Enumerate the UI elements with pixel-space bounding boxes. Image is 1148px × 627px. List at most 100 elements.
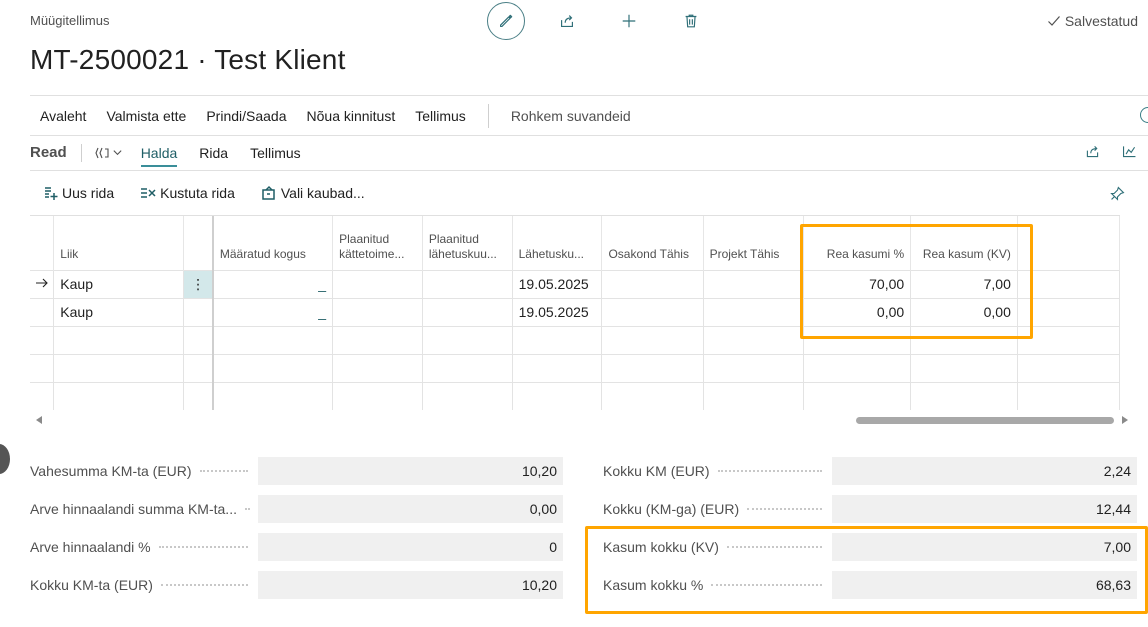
saved-status: Salvestatud bbox=[1047, 13, 1138, 29]
dots bbox=[747, 508, 822, 510]
dots bbox=[711, 584, 822, 586]
header-maaratud-kogus[interactable]: Määratud kogus bbox=[212, 216, 334, 270]
select-items-icon bbox=[262, 185, 275, 200]
header-select bbox=[30, 216, 55, 270]
total-value: 10,20 bbox=[258, 571, 563, 599]
dots bbox=[199, 470, 248, 472]
cell-planned-delivery[interactable] bbox=[332, 269, 423, 298]
action-prindi-saada[interactable]: Prindi/Saada bbox=[196, 96, 296, 136]
new-button[interactable] bbox=[619, 11, 639, 31]
header-liik[interactable]: Liik bbox=[53, 216, 185, 270]
table-row[interactable]: Kaup _ 19.05.2025 0,00 0,00 bbox=[30, 297, 1120, 326]
total-label: Kokku (KM-ga) (EUR) bbox=[603, 501, 740, 517]
delete-line-button[interactable]: Kustuta rida bbox=[140, 185, 235, 201]
cell-department[interactable] bbox=[601, 297, 704, 326]
cell-qty[interactable]: _ bbox=[212, 297, 334, 326]
total-label: Kokku KM (EUR) bbox=[603, 463, 710, 479]
side-panel-handle[interactable] bbox=[0, 444, 10, 474]
lines-view-icon bbox=[95, 147, 109, 158]
total-label: Arve hinnaalandi % bbox=[30, 539, 151, 555]
table-row-empty[interactable] bbox=[30, 325, 1120, 354]
cell-planned-shipment[interactable] bbox=[422, 297, 513, 326]
delete-button[interactable] bbox=[681, 11, 701, 31]
header-rea-kasumi-pct[interactable]: Rea kasumi % bbox=[803, 216, 912, 270]
share-button[interactable] bbox=[557, 11, 577, 31]
cell-profit-pct[interactable]: 0,00 bbox=[803, 297, 912, 326]
more-vertical-icon: ⋮ bbox=[191, 275, 206, 292]
share-icon bbox=[561, 15, 573, 27]
cell-type[interactable]: Kaup bbox=[53, 297, 185, 326]
cell-shipment-date[interactable]: 19.05.2025 bbox=[512, 269, 603, 298]
checkmark-icon bbox=[1047, 16, 1060, 26]
total-value[interactable]: 0,00 bbox=[258, 495, 563, 523]
edit-button[interactable] bbox=[487, 2, 525, 40]
header-rea-kasum-kv[interactable]: Rea kasum (KV) bbox=[910, 216, 1018, 270]
cell-empty bbox=[1017, 297, 1120, 326]
chevron-down-icon bbox=[113, 150, 122, 156]
header-projekt-tahis[interactable]: Projekt Tähis bbox=[703, 216, 805, 270]
table-row-empty[interactable] bbox=[30, 353, 1120, 382]
cell-profit-pct[interactable]: 70,00 bbox=[803, 269, 912, 298]
plus-icon bbox=[622, 14, 636, 28]
select-items-label: Vali kaubad... bbox=[280, 185, 365, 201]
lines-grid: Liik Määratud kogus Plaanitud kättetoime… bbox=[30, 215, 1120, 412]
header-lahetusku[interactable]: Lähetusku... bbox=[512, 216, 603, 270]
tab-tellimus[interactable]: Tellimus bbox=[250, 139, 301, 167]
header-plaanitud-lahetuskuu[interactable]: Plaanitud lähetuskuu... bbox=[422, 216, 513, 270]
tab-rida[interactable]: Rida bbox=[199, 139, 228, 167]
total-invoice-discount-amount: Arve hinnaalandi summa KM-ta... bbox=[30, 495, 256, 523]
lines-toolbar: Read Halda Rida Tellimus bbox=[30, 135, 1148, 169]
total-label: Vahesumma KM-ta (EUR) bbox=[30, 463, 192, 479]
total-subtotal-excl-vat: Vahesumma KM-ta (EUR) bbox=[30, 457, 256, 485]
total-value: 12,44 bbox=[832, 495, 1137, 523]
total-value[interactable]: 0 bbox=[258, 533, 563, 561]
table-header: Liik Määratud kogus Plaanitud kättetoime… bbox=[30, 216, 1120, 270]
tab-halda[interactable]: Halda bbox=[140, 139, 178, 167]
cell-project[interactable] bbox=[703, 269, 805, 298]
cell-shipment-date[interactable]: 19.05.2025 bbox=[512, 297, 603, 326]
expand-icon[interactable] bbox=[1121, 143, 1138, 160]
lines-right-icons bbox=[1084, 143, 1138, 160]
saved-label: Salvestatud bbox=[1064, 13, 1138, 29]
row-indicator bbox=[30, 297, 55, 326]
cell-planned-delivery[interactable] bbox=[332, 297, 423, 326]
header-empty bbox=[1017, 216, 1120, 270]
total-value: 2,24 bbox=[832, 457, 1137, 485]
share-lines-icon[interactable] bbox=[1084, 143, 1101, 160]
new-line-label: Uus rida bbox=[62, 185, 115, 201]
table-row-empty[interactable] bbox=[30, 381, 1120, 410]
delete-line-icon bbox=[141, 188, 156, 198]
header-plaanitud-kattetoime[interactable]: Plaanitud kättetoime... bbox=[332, 216, 423, 270]
action-tellimus[interactable]: Tellimus bbox=[405, 96, 476, 136]
total-label: Arve hinnaalandi summa KM-ta... bbox=[30, 501, 237, 517]
view-toggle-button[interactable] bbox=[94, 146, 123, 160]
more-options-button[interactable]: Rohkem suvandeid bbox=[501, 96, 641, 136]
new-line-button[interactable]: Uus rida bbox=[42, 185, 114, 201]
scrollbar-thumb[interactable] bbox=[856, 417, 1114, 424]
total-profit-pct: Kasum kokku % bbox=[603, 571, 830, 599]
action-valmista-ette[interactable]: Valmista ette bbox=[96, 96, 196, 136]
scroll-left-icon[interactable] bbox=[36, 416, 42, 424]
total-value: 10,20 bbox=[258, 457, 563, 485]
header-osakond-tahis[interactable]: Osakond Tähis bbox=[601, 216, 704, 270]
row-menu-button[interactable]: ⋮ bbox=[183, 269, 214, 298]
cell-planned-shipment[interactable] bbox=[422, 269, 513, 298]
cell-project[interactable] bbox=[703, 297, 805, 326]
action-avaleht[interactable]: Avaleht bbox=[30, 96, 96, 136]
total-vat: Kokku KM (EUR) bbox=[603, 457, 830, 485]
action-noua-kinnitust[interactable]: Nõua kinnitust bbox=[297, 96, 406, 136]
dots bbox=[726, 546, 822, 548]
search-icon[interactable] bbox=[1140, 107, 1148, 123]
scroll-right-icon[interactable] bbox=[1122, 416, 1128, 424]
cell-type[interactable]: Kaup bbox=[53, 269, 185, 298]
cell-qty[interactable]: _ bbox=[212, 269, 334, 298]
cell-department[interactable] bbox=[601, 269, 704, 298]
table-row[interactable]: Kaup ⋮ _ 19.05.2025 70,00 7,00 bbox=[30, 269, 1120, 298]
lines-command-bar: Uus rida Kustuta rida Vali kaubad... bbox=[30, 170, 1148, 215]
select-items-button[interactable]: Vali kaubad... bbox=[261, 185, 365, 201]
personalize-button[interactable] bbox=[1109, 185, 1126, 207]
total-profit-lcy: Kasum kokku (KV) bbox=[603, 533, 830, 561]
cell-profit-lcy[interactable]: 0,00 bbox=[910, 297, 1018, 326]
cell-profit-lcy[interactable]: 7,00 bbox=[910, 269, 1018, 298]
horizontal-scrollbar[interactable] bbox=[30, 414, 1132, 428]
